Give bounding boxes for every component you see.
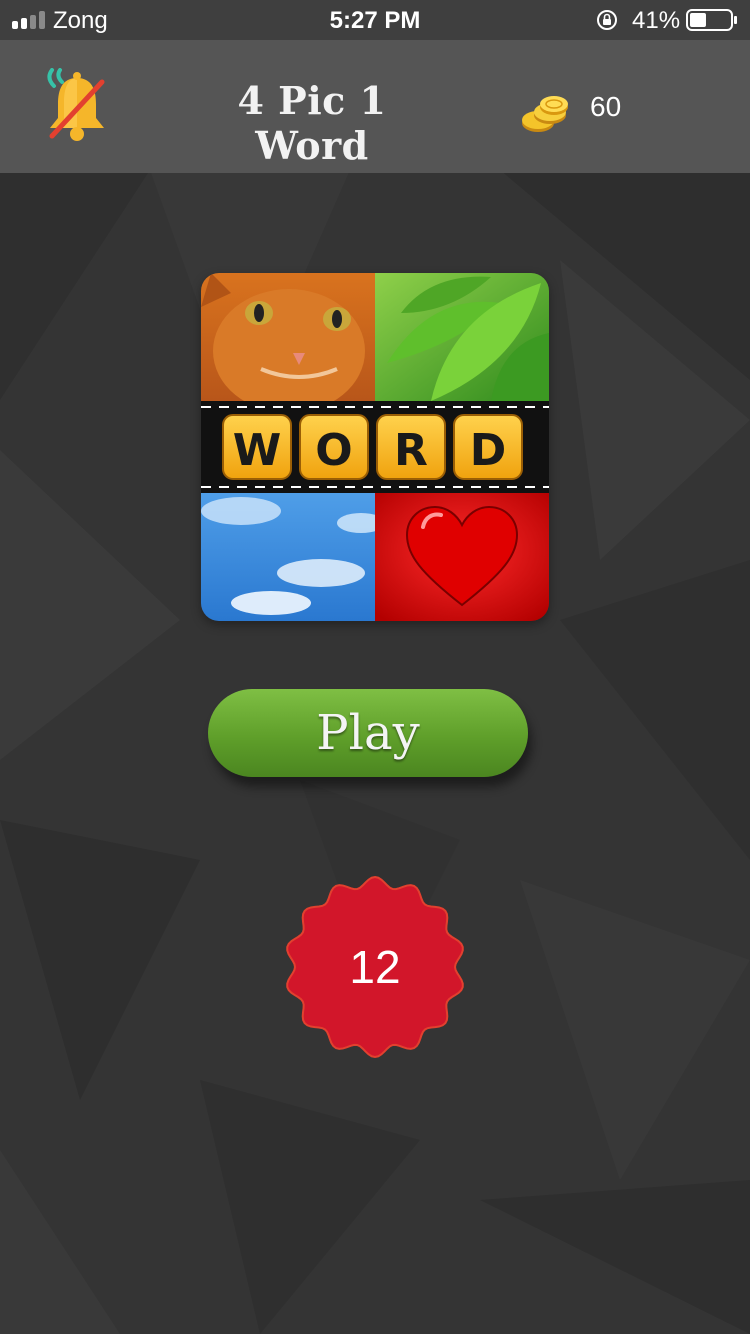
play-button[interactable]: Play [208,689,528,777]
word-tile: W [222,414,292,480]
heart-picture [375,493,549,621]
cat-picture [201,273,375,413]
word-tile: O [299,414,369,480]
word-tile: R [376,414,446,480]
app-title: 4 Pic 1 Word [237,78,387,168]
coins-icon[interactable] [520,95,572,135]
word-tile-letter: W [233,425,282,476]
battery-percent: 41% [632,7,681,34]
app-header: 4 Pic 1 Word 60 [0,40,750,173]
bell-muted-icon[interactable] [40,68,114,144]
word-strip: W O R D [201,401,549,493]
word-tile-letter: O [315,425,352,476]
level-number: 12 [349,941,401,993]
leaves-picture [375,273,549,401]
level-badge: 12 [283,875,467,1059]
sky-picture [201,493,385,621]
word-tile-letter: R [394,425,428,476]
status-bar: Zong 5:27 PM 41% [0,0,750,40]
word-tile-letter: D [470,425,507,476]
play-button-label: Play [316,705,420,761]
battery-icon [686,9,737,31]
rotation-lock-icon [597,10,617,30]
coins-count: 60 [590,91,622,122]
background-pattern [0,0,750,1334]
word-tile: D [453,414,523,480]
game-logo: W O R D [201,273,549,621]
